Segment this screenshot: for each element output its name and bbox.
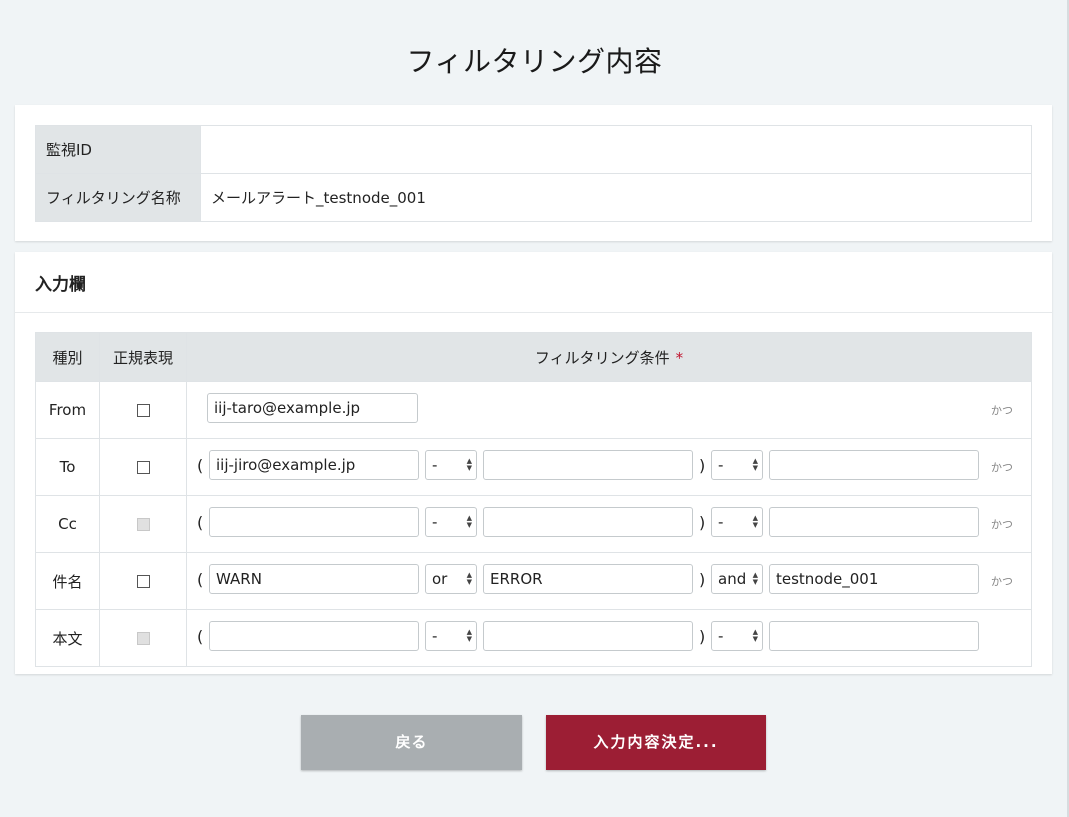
subject-value1-input[interactable]: WARN [209,564,419,594]
row-type-label: From [35,381,100,439]
body-value1-input[interactable] [209,621,419,651]
select-arrows-icon: ▲ ▼ [466,514,472,529]
filter-row-cc: Cc ( - ▲ ▼ ) - ▲ ▼ かつ [35,495,1032,553]
page-title: フィルタリング内容 [406,45,663,78]
cc-value3-input[interactable] [769,507,979,537]
header-regex: 正規表現 [99,332,187,382]
open-paren: ( [197,456,204,475]
row-type-label: 本文 [35,609,100,667]
subject-operator1-select[interactable]: or ▲ ▼ [425,564,477,594]
to-operator1-select[interactable]: - ▲ ▼ [425,450,477,480]
regex-checkbox-from[interactable] [136,404,150,417]
header-type: 種別 [35,332,100,382]
back-button[interactable]: 戻る [301,715,522,770]
regex-checkbox-body [136,632,150,645]
row-type-label: 件名 [35,552,100,610]
section-heading: 入力欄 [35,275,86,295]
close-paren: ) [699,627,706,646]
select-arrows-icon: ▲ ▼ [752,571,758,586]
open-paren: ( [197,570,204,589]
confirm-input-button[interactable]: 入力内容決定... [546,715,766,770]
cc-operator1-select[interactable]: - ▲ ▼ [425,507,477,537]
open-paren: ( [197,513,204,532]
body-value2-input[interactable] [483,621,693,651]
row-type-label: To [35,438,100,496]
monitor-id-value [200,125,1032,174]
cc-value2-input[interactable] [483,507,693,537]
select-value: - [718,627,724,645]
condition-cell: ( - ▲ ▼ ) - ▲ ▼ かつ [186,495,1032,553]
select-value: - [432,627,438,645]
and-connector-label: かつ [991,575,1013,588]
header-condition: フィルタリング条件 * [186,332,1032,382]
close-paren: ) [699,513,706,532]
info-row-filter-name: フィルタリング名称 メールアラート_testnode_001 [35,173,1032,222]
and-connector-label: かつ [991,461,1013,474]
filter-row-to: To ( iij-jiro@example.jp - ▲ ▼ ) - ▲ ▼ か… [35,438,1032,496]
filter-table: 種別 正規表現 フィルタリング条件 * From iij-taro@example… [35,332,1032,667]
select-arrows-icon: ▲ ▼ [752,514,758,529]
regex-checkbox-cc [136,518,150,531]
select-value: - [718,456,724,474]
regex-cell [99,609,187,667]
close-paren: ) [699,570,706,589]
close-paren: ) [699,456,706,475]
body-value3-input[interactable] [769,621,979,651]
cc-operator2-select[interactable]: - ▲ ▼ [711,507,763,537]
regex-checkbox-to[interactable] [136,461,150,474]
select-arrows-icon: ▲ ▼ [466,457,472,472]
filter-row-body: 本文 ( - ▲ ▼ ) - ▲ ▼ [35,609,1032,667]
subject-value3-input[interactable]: testnode_001 [769,564,979,594]
input-card: 入力欄 種別 正規表現 フィルタリング条件 * From iij-taro@exa… [15,252,1052,674]
select-arrows-icon: ▲ ▼ [466,571,472,586]
open-paren: ( [197,627,204,646]
header-condition-label: フィルタリング条件 [534,348,670,367]
select-value: - [432,456,438,474]
condition-cell: ( iij-jiro@example.jp - ▲ ▼ ) - ▲ ▼ かつ [186,438,1032,496]
condition-cell: iij-taro@example.jp かつ [186,381,1032,439]
to-value3-input[interactable] [769,450,979,480]
required-mark: * [675,348,684,367]
filter-row-subject: 件名 ( WARN or ▲ ▼ ERROR ) and ▲ ▼ testnod… [35,552,1032,610]
regex-cell [99,438,187,496]
and-connector-label: かつ [991,404,1013,417]
select-arrows-icon: ▲ ▼ [466,628,472,643]
to-value2-input[interactable] [483,450,693,480]
monitor-id-label: 監視ID [35,125,201,174]
filter-name-label: フィルタリング名称 [35,173,201,222]
filter-name-value: メールアラート_testnode_001 [200,173,1032,222]
cc-value1-input[interactable] [209,507,419,537]
filter-row-from: From iij-taro@example.jp かつ [35,381,1032,439]
select-value: and [718,570,747,588]
select-arrows-icon: ▲ ▼ [752,628,758,643]
body-operator1-select[interactable]: - ▲ ▼ [425,621,477,651]
to-value1-input[interactable]: iij-jiro@example.jp [209,450,419,480]
info-table: 監視ID フィルタリング名称 メールアラート_testnode_001 [35,125,1032,222]
regex-cell [99,495,187,553]
from-value-input[interactable]: iij-taro@example.jp [207,393,418,423]
condition-cell: ( - ▲ ▼ ) - ▲ ▼ [186,609,1032,667]
body-operator2-select[interactable]: - ▲ ▼ [711,621,763,651]
select-value: or [432,570,448,588]
regex-checkbox-subject[interactable] [136,575,150,588]
condition-cell: ( WARN or ▲ ▼ ERROR ) and ▲ ▼ testnode_001… [186,552,1032,610]
info-card: 監視ID フィルタリング名称 メールアラート_testnode_001 [15,105,1052,241]
to-operator2-select[interactable]: - ▲ ▼ [711,450,763,480]
and-connector-label: かつ [991,518,1013,531]
subject-operator2-select[interactable]: and ▲ ▼ [711,564,763,594]
filter-table-header: 種別 正規表現 フィルタリング条件 * [35,332,1032,382]
select-value: - [718,513,724,531]
select-arrows-icon: ▲ ▼ [752,457,758,472]
regex-cell [99,381,187,439]
subject-value2-input[interactable]: ERROR [483,564,693,594]
regex-cell [99,552,187,610]
info-row-monitor-id: 監視ID [35,125,1032,174]
row-type-label: Cc [35,495,100,553]
section-divider [15,312,1052,313]
select-value: - [432,513,438,531]
